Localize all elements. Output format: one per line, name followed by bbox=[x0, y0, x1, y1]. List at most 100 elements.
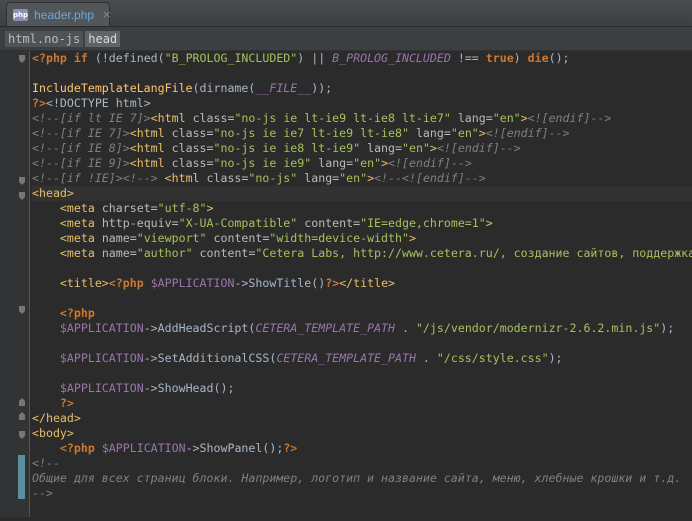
code-token: $APPLICATION bbox=[59, 321, 144, 335]
code-line[interactable]: Общие для всех страниц блоки. Например, … bbox=[32, 471, 692, 486]
code-token: !== bbox=[450, 51, 486, 65]
code-line[interactable]: <?php $APPLICATION->ShowPanel();?> bbox=[32, 441, 692, 456]
breadcrumb-item-html[interactable]: html.no-js bbox=[5, 30, 84, 47]
code-line[interactable]: <meta name="viewport" content="width=dev… bbox=[32, 231, 692, 246]
code-line[interactable]: <?php bbox=[32, 306, 692, 321]
code-token: <meta bbox=[59, 246, 102, 260]
code-line[interactable]: <!--[if IE 7]><html class="no-js ie ie7 … bbox=[32, 126, 692, 141]
code-line[interactable]: <!--[if lt IE 7]><html class="no-js ie l… bbox=[32, 111, 692, 126]
code-line[interactable]: ?> bbox=[32, 396, 692, 411]
code-token: <!--<![endif]--> bbox=[374, 171, 486, 185]
code-token: $APPLICATION bbox=[150, 276, 235, 290]
code-token: ShowTitle bbox=[248, 276, 312, 290]
code-token: if bbox=[73, 51, 88, 65]
code-token: "no-js ie ie8 lt-ie9" bbox=[213, 141, 361, 155]
code-token: AddHeadScript( bbox=[157, 321, 256, 335]
code-token: B_PROLOG_INCLUDED bbox=[332, 51, 451, 65]
code-token: class= bbox=[206, 171, 249, 185]
code-token: ); bbox=[548, 351, 563, 365]
code-line[interactable] bbox=[32, 66, 692, 81]
code-token: <?php bbox=[59, 306, 95, 320]
code-line[interactable]: $APPLICATION->SetAdditionalCSS(CETERA_TE… bbox=[32, 351, 692, 366]
code-token: "utf-8" bbox=[157, 201, 207, 215]
code-line[interactable]: <!--[if IE 8]><html class="no-js ie ie8 … bbox=[32, 141, 692, 156]
code-token: -> bbox=[234, 276, 249, 290]
code-line[interactable]: <title><?php $APPLICATION->ShowTitle()?>… bbox=[32, 276, 692, 291]
code-line[interactable]: <body> bbox=[32, 426, 692, 441]
code-token: class= bbox=[171, 126, 214, 140]
code-lines[interactable]: <?php if (!defined("B_PROLOG_INCLUDED") … bbox=[32, 51, 692, 501]
code-line[interactable]: <?php if (!defined("B_PROLOG_INCLUDED") … bbox=[32, 51, 692, 66]
breadcrumb-item-head[interactable]: head bbox=[85, 30, 121, 47]
code-token: content= bbox=[206, 231, 270, 245]
code-token: $APPLICATION bbox=[59, 351, 144, 365]
code-editor[interactable]: <?php if (!defined("B_PROLOG_INCLUDED") … bbox=[0, 51, 692, 517]
code-token: http-equiv= bbox=[101, 216, 179, 230]
code-line[interactable]: $APPLICATION->AddHeadScript(CETERA_TEMPL… bbox=[32, 321, 692, 336]
code-token: (!defined( bbox=[87, 51, 165, 65]
code-token: ?> bbox=[59, 396, 74, 410]
code-token: "B_PROLOG_INCLUDED" bbox=[164, 51, 298, 65]
code-line[interactable]: <meta http-equiv="X-UA-Compatible" conte… bbox=[32, 216, 692, 231]
code-line[interactable]: <!--[if !IE]><!--> <html class="no-js" l… bbox=[32, 171, 692, 186]
close-icon[interactable]: × bbox=[102, 8, 111, 21]
code-token: name= bbox=[101, 231, 137, 245]
code-line[interactable] bbox=[32, 336, 692, 351]
code-token: "/css/style.css" bbox=[436, 351, 549, 365]
code-token: <meta bbox=[59, 231, 102, 245]
fold-markers bbox=[18, 55, 25, 499]
code-token: <!DOCTYPE html> bbox=[45, 96, 151, 110]
breadcrumb: html.no-js head bbox=[0, 27, 692, 51]
code-token: -> bbox=[143, 351, 158, 365]
code-line[interactable]: ?><!DOCTYPE html> bbox=[32, 96, 692, 111]
code-token: charset= bbox=[101, 201, 158, 215]
code-line[interactable]: <meta charset="utf-8"> bbox=[32, 201, 692, 216]
line-gutter[interactable] bbox=[0, 51, 30, 517]
code-token: ShowPanel(); bbox=[199, 441, 284, 455]
code-token: "author" bbox=[136, 246, 193, 260]
code-token: <!--[if IE 8]> bbox=[32, 141, 130, 155]
code-token: "X-UA-Compatible" bbox=[178, 216, 298, 230]
code-token: <!--[if IE 7]> bbox=[32, 126, 130, 140]
code-line[interactable]: <head> bbox=[32, 186, 692, 201]
code-token: class= bbox=[171, 156, 214, 170]
code-token: ?> bbox=[32, 96, 46, 110]
tab-label: header.php bbox=[34, 7, 95, 22]
code-token: <?php bbox=[32, 51, 74, 65]
code-line[interactable]: $APPLICATION->ShowHead(); bbox=[32, 381, 692, 396]
code-token: <![endif]--> bbox=[485, 126, 570, 140]
code-line[interactable] bbox=[32, 261, 692, 276]
code-line[interactable] bbox=[32, 291, 692, 306]
code-line[interactable]: <meta name="author" content="Cetera Labs… bbox=[32, 246, 692, 261]
code-token: <!-- bbox=[32, 456, 60, 470]
code-token: "no-js" bbox=[248, 171, 298, 185]
code-token: lang= bbox=[360, 141, 402, 155]
code-token: <!--[if !IE]><!--> bbox=[32, 171, 165, 185]
code-token: __FILE__ bbox=[255, 81, 312, 95]
code-line[interactable]: IncludeTemplateLangFile(dirname(__FILE__… bbox=[32, 81, 692, 96]
fold-marker-icon bbox=[19, 412, 25, 420]
code-token: -> bbox=[143, 321, 158, 335]
code-line[interactable]: <!-- bbox=[32, 456, 692, 471]
code-token: > bbox=[429, 141, 437, 155]
code-line[interactable]: <!--[if IE 9]><html class="no-js ie ie9"… bbox=[32, 156, 692, 171]
code-token: name= bbox=[101, 246, 137, 260]
tab-header-php[interactable]: php header.php × bbox=[6, 2, 111, 26]
code-token: Общие для всех страниц блоки. Например, … bbox=[32, 471, 682, 485]
code-line[interactable]: </head> bbox=[32, 411, 692, 426]
code-token: <meta bbox=[59, 216, 102, 230]
code-token: SetAdditionalCSS( bbox=[157, 351, 277, 365]
code-token: lang= bbox=[311, 156, 354, 170]
code-line[interactable] bbox=[32, 366, 692, 381]
code-token: ?> bbox=[283, 441, 298, 455]
code-token: <title> bbox=[59, 276, 109, 290]
code-line[interactable]: --> bbox=[32, 486, 692, 501]
code-token: (); bbox=[548, 51, 570, 65]
